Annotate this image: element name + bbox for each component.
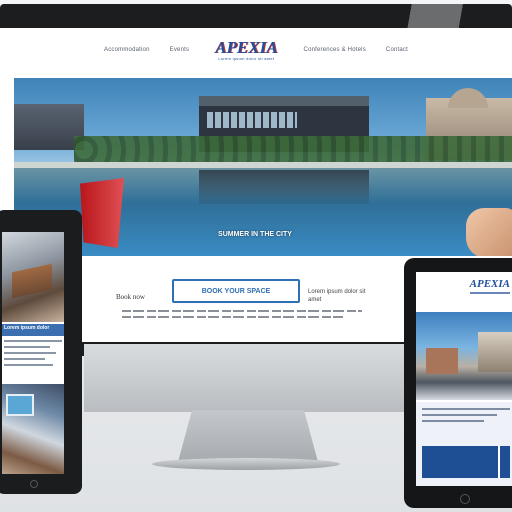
text-line (4, 340, 62, 342)
monitor-base (152, 458, 340, 470)
hero-trees (74, 136, 512, 162)
hero-hand (466, 208, 512, 256)
text-line (4, 352, 57, 354)
tablet-right: APEXIA (404, 258, 512, 508)
tablet-text (422, 408, 510, 426)
hero-flag (80, 178, 124, 248)
nav-link-contact[interactable]: Contact (386, 47, 408, 53)
hero-reflection (199, 170, 369, 204)
hero-banner: SUMMER IN THE CITY (14, 78, 512, 256)
hero-caption: SUMMER IN THE CITY (218, 231, 292, 238)
logo-wordmark: APEXIA (215, 37, 278, 57)
tablet-logo-tagline (470, 292, 510, 294)
text-line (4, 364, 54, 366)
tablet-text-list (4, 340, 62, 370)
tablet-feature-block-side[interactable] (498, 446, 510, 478)
text-line (122, 310, 362, 312)
site-logo[interactable]: APEXIA Lorem ipsum dolor sit amet (215, 37, 278, 61)
monitor-chin (84, 344, 404, 412)
body-text (122, 310, 362, 322)
nav-link-conferences[interactable]: Conferences & Hotels (304, 47, 366, 53)
tablet-left: Lorem ipsum dolor (0, 210, 82, 494)
logo-tagline: Lorem ipsum dolor sit amet (218, 55, 275, 61)
tablet-right-home-button[interactable] (460, 494, 470, 504)
text-line (4, 358, 45, 360)
book-space-button[interactable]: BOOK YOUR SPACE (172, 279, 300, 303)
intro-label: Book now (116, 293, 145, 301)
side-note: Lorem ipsum dolor sit amet (308, 289, 366, 303)
text-line (422, 408, 510, 410)
tablet-left-screen: Lorem ipsum dolor (2, 232, 64, 474)
text-line (122, 316, 343, 318)
monitor-stand (178, 410, 318, 462)
text-line (422, 414, 497, 416)
text-line (4, 346, 51, 348)
text-line (422, 420, 484, 422)
tablet-feature-block[interactable] (422, 446, 498, 478)
tablet-right-screen: APEXIA (416, 272, 512, 486)
tablet-header-bar[interactable]: Lorem ipsum dolor (2, 324, 64, 336)
nav-link-accommodation[interactable]: Accommodation (104, 47, 150, 53)
tablet-logo[interactable]: APEXIA (470, 278, 510, 290)
tablet-home-button[interactable] (30, 480, 38, 488)
tablet-photo-interior (2, 232, 64, 322)
nav-link-events[interactable]: Events (170, 47, 190, 53)
tablet-photo-room (2, 384, 64, 474)
tablet-hero-photo (416, 312, 512, 400)
tablet-bar-text: Lorem ipsum dolor (4, 325, 50, 331)
site-navigation: Accommodation Events APEXIA Lorem ipsum … (0, 28, 512, 72)
